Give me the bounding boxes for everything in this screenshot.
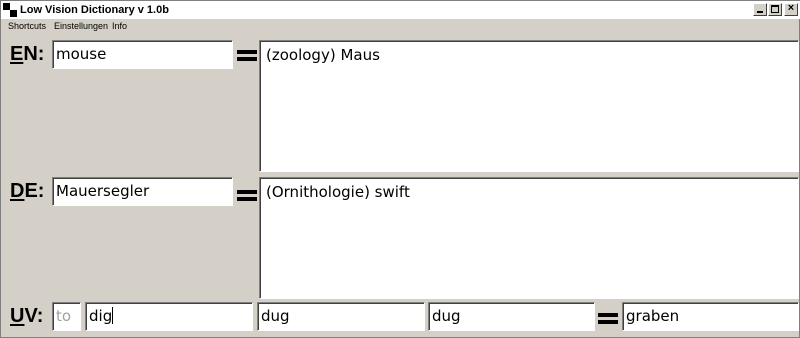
- minimize-icon: [757, 11, 763, 13]
- menu-info[interactable]: Info: [112, 20, 127, 33]
- uv-participle-input[interactable]: dug: [428, 302, 595, 331]
- en-label: EN:: [10, 43, 45, 65]
- de-input[interactable]: Mauersegler: [52, 177, 233, 206]
- app-icon[interactable]: [3, 3, 17, 17]
- de-result-box[interactable]: (Ornithologie) swift: [259, 177, 799, 299]
- close-button[interactable]: ×: [784, 2, 798, 16]
- en-input[interactable]: mouse: [52, 40, 233, 69]
- equals-icon: [237, 188, 257, 202]
- maximize-button[interactable]: [768, 3, 782, 16]
- de-label: DE:: [10, 180, 45, 202]
- menu-einstellungen[interactable]: Einstellungen: [54, 20, 108, 33]
- uv-infinitive-input[interactable]: dig: [85, 302, 253, 331]
- title-bar[interactable]: Low Vision Dictionary v 1.0b ×: [1, 1, 800, 19]
- en-result-text: (zoology) Maus: [266, 46, 380, 64]
- uv-prefix-field: to: [52, 302, 81, 331]
- uv-label: UV:: [10, 305, 44, 327]
- equals-icon: [237, 48, 257, 62]
- equals-icon: [598, 311, 618, 325]
- text-caret: [112, 307, 114, 324]
- close-icon: ×: [787, 2, 795, 14]
- menu-shortcuts[interactable]: Shortcuts: [8, 20, 46, 33]
- app-window: Low Vision Dictionary v 1.0b × Shortcuts…: [0, 0, 800, 338]
- menu-bar: Shortcuts Einstellungen Info: [1, 19, 800, 35]
- maximize-icon: [771, 5, 779, 13]
- uv-past-input[interactable]: dug: [257, 302, 425, 331]
- uv-translation-input[interactable]: graben: [622, 302, 799, 331]
- minimize-button[interactable]: [753, 3, 767, 16]
- en-result-box[interactable]: (zoology) Maus: [259, 40, 799, 172]
- de-result-text: (Ornithologie) swift: [266, 183, 410, 201]
- window-title: Low Vision Dictionary v 1.0b: [20, 4, 169, 16]
